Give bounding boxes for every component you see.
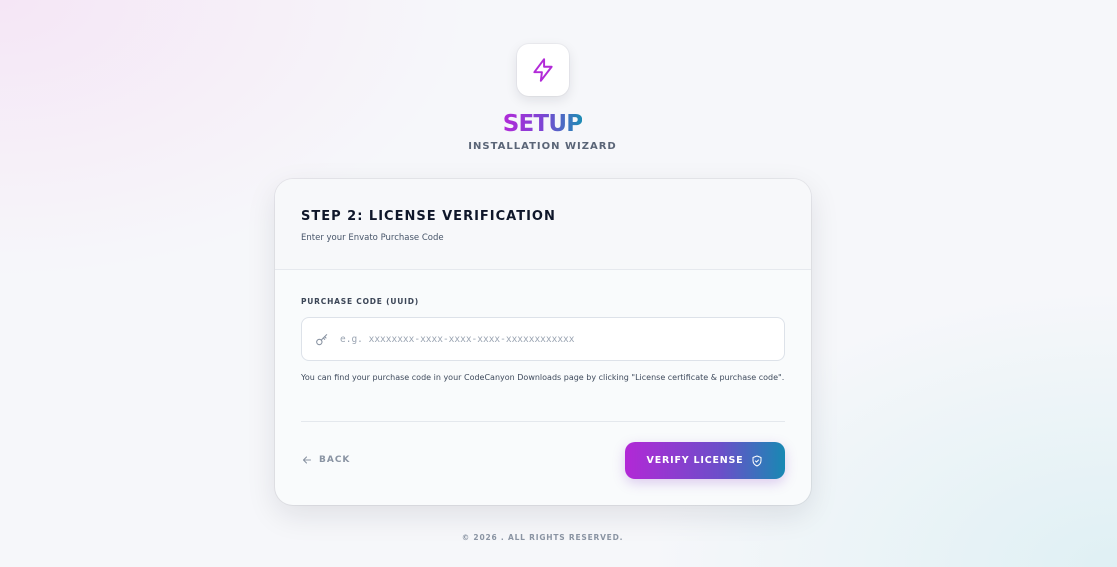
license-card: STEP 2: LICENSE VERIFICATION Enter your … [275, 179, 811, 505]
shield-check-icon [752, 455, 762, 466]
card-header: STEP 2: LICENSE VERIFICATION Enter your … [275, 179, 811, 270]
back-button[interactable]: BACK [301, 452, 350, 468]
divider [301, 421, 785, 422]
brand-subtitle: INSTALLATION WIZARD [468, 141, 617, 152]
back-button-label: BACK [319, 455, 351, 465]
purchase-code-input[interactable] [340, 318, 770, 360]
step-title: STEP 2: LICENSE VERIFICATION [301, 209, 556, 224]
step-subtitle: Enter your Envato Purchase Code [301, 233, 444, 243]
lightning-bolt-icon [533, 58, 553, 82]
key-icon [316, 334, 328, 346]
purchase-code-field[interactable] [301, 317, 785, 361]
arrow-left-icon [302, 456, 312, 464]
logo-badge [517, 44, 569, 96]
help-text: You can find your purchase code in your … [301, 373, 785, 382]
verify-license-button[interactable]: VERIFY LICENSE [625, 442, 785, 479]
brand-title-wrap: SETUP [0, 110, 1085, 138]
verify-license-label: VERIFY LICENSE [646, 455, 744, 466]
purchase-code-label: PURCHASE CODE (UUID) [301, 297, 419, 306]
brand-title: SETUP [502, 111, 583, 137]
footer-copyright: © 2026 . ALL RIGHTS RESERVED. [461, 533, 624, 542]
